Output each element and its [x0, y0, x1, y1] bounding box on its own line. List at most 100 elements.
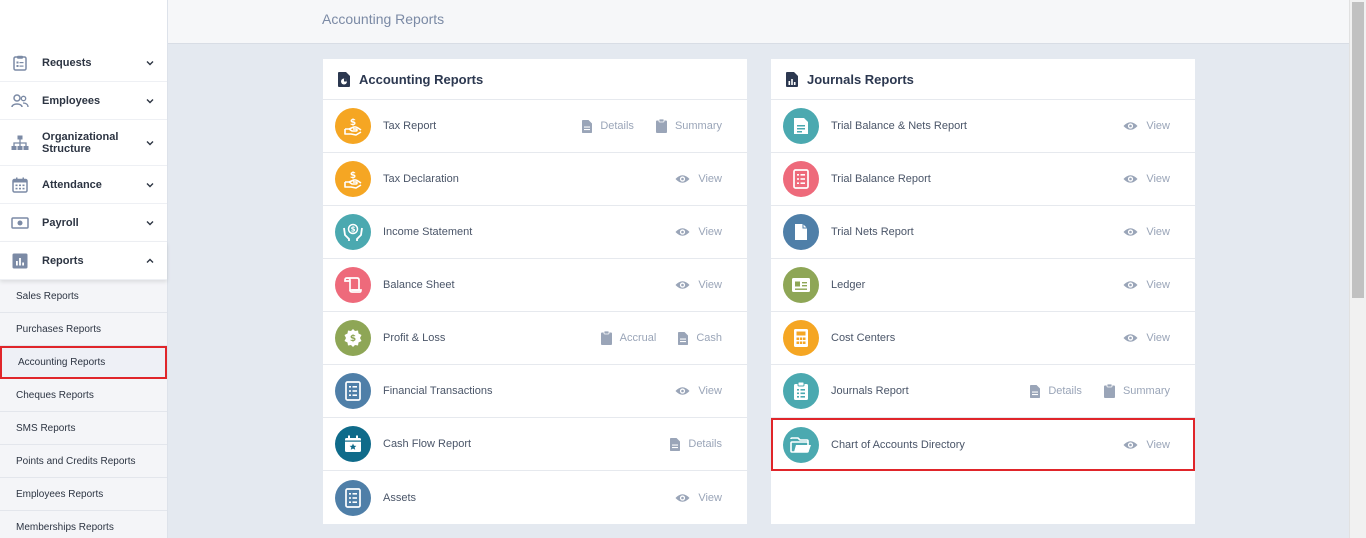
- submenu-item-sales-reports[interactable]: Sales Reports: [0, 280, 167, 313]
- view-link[interactable]: View: [1123, 120, 1170, 132]
- report-row-income-statement[interactable]: $ Income Statement View: [323, 206, 747, 259]
- report-row-tax-declaration[interactable]: $ Tax Declaration View: [323, 153, 747, 206]
- action-label: Summary: [674, 120, 722, 132]
- sidebar-item-requests[interactable]: Requests: [0, 44, 167, 82]
- report-label[interactable]: Trial Balance & Nets Report: [831, 120, 1101, 132]
- sidebar-item-label: Payroll: [42, 216, 79, 229]
- report-label[interactable]: Chart of Accounts Directory: [831, 439, 1101, 451]
- view-link[interactable]: View: [675, 385, 722, 397]
- report-row-trial-balance-and-nets-report[interactable]: Trial Balance & Nets Report View: [771, 100, 1195, 153]
- view-link[interactable]: View: [1123, 439, 1170, 451]
- clipboard-icon: [1103, 384, 1123, 398]
- view-link[interactable]: View: [675, 492, 722, 504]
- money-bill-icon: [11, 214, 29, 232]
- hand-dollar-icon: $: [335, 161, 371, 197]
- report-label[interactable]: Tax Declaration: [383, 173, 653, 185]
- view-link[interactable]: View: [675, 226, 722, 238]
- report-row-balance-sheet[interactable]: Balance Sheet View: [323, 259, 747, 312]
- journals-reports-list: Trial Balance & Nets Report View Trial Bal…: [771, 100, 1195, 471]
- report-row-cost-centers[interactable]: Cost Centers View: [771, 312, 1195, 365]
- summary-link[interactable]: Summary: [1103, 384, 1170, 398]
- details-link[interactable]: Details: [582, 119, 634, 133]
- details-link[interactable]: Details: [1030, 384, 1082, 398]
- card-title: Journals Reports: [807, 71, 914, 87]
- report-row-financial-transactions[interactable]: Financial Transactions View: [323, 365, 747, 418]
- accounting-reports-card: Accounting Reports $ Tax Report Details Sum…: [323, 59, 747, 524]
- action-label: Details: [688, 438, 722, 450]
- report-label[interactable]: Journals Report: [831, 385, 1008, 397]
- svg-text:$: $: [351, 226, 356, 234]
- action-label: View: [698, 173, 722, 185]
- report-row-assets[interactable]: Assets View: [323, 471, 747, 524]
- scrollbar-thumb[interactable]: [1352, 2, 1364, 298]
- submenu-item-cheques-reports[interactable]: Cheques Reports: [0, 379, 167, 412]
- report-row-ledger[interactable]: Ledger View: [771, 259, 1195, 312]
- scrollbar[interactable]: [1349, 0, 1366, 538]
- details-link[interactable]: Details: [670, 437, 722, 451]
- report-label[interactable]: Income Statement: [383, 226, 653, 238]
- report-row-cash-flow-report[interactable]: Cash Flow Report Details: [323, 418, 747, 471]
- report-row-profit-and-loss[interactable]: $ Profit & Loss Accrual Cash: [323, 312, 747, 365]
- report-row-journals-report[interactable]: Journals Report Details Summary: [771, 365, 1195, 418]
- sidebar-item-payroll[interactable]: Payroll: [0, 204, 167, 242]
- report-row-trial-balance-report[interactable]: Trial Balance Report View: [771, 153, 1195, 206]
- eye-icon: [1123, 174, 1146, 184]
- eye-icon: [1123, 280, 1146, 290]
- chevron-down-icon: [145, 96, 155, 106]
- list-doc-icon: [783, 161, 819, 197]
- sidebar-logo-area: [0, 0, 167, 44]
- report-label[interactable]: Profit & Loss: [383, 332, 579, 344]
- submenu-item-points-credits-reports[interactable]: Points and Credits Reports: [0, 445, 167, 478]
- page-title: Accounting Reports: [322, 11, 445, 27]
- clipboard-icon: [11, 54, 29, 72]
- view-link[interactable]: View: [1123, 279, 1170, 291]
- sidebar-item-label: Reports: [42, 254, 84, 267]
- submenu-item-accounting-reports[interactable]: Accounting Reports: [0, 346, 167, 379]
- file-icon: [582, 119, 600, 133]
- sidebar-item-organizational-structure[interactable]: Organizational Structure: [0, 120, 167, 166]
- sidebar-item-reports[interactable]: Reports: [0, 242, 167, 280]
- clipboard-icon: [655, 119, 675, 133]
- report-row-trial-nets-report[interactable]: Trial Nets Report View: [771, 206, 1195, 259]
- sidebar-item-employees[interactable]: Employees: [0, 82, 167, 120]
- eye-icon: [1123, 333, 1146, 343]
- reports-submenu: Sales Reports Purchases Reports Accounti…: [0, 280, 167, 538]
- report-file-icon: [338, 71, 352, 87]
- clipboard-icon: [600, 331, 620, 345]
- action-label: View: [698, 226, 722, 238]
- view-link[interactable]: View: [1123, 332, 1170, 344]
- action-label: View: [1146, 226, 1170, 238]
- report-label[interactable]: Financial Transactions: [383, 385, 653, 397]
- view-link[interactable]: View: [675, 173, 722, 185]
- report-row-chart-of-accounts-directory[interactable]: Chart of Accounts Directory View: [771, 418, 1195, 471]
- report-label[interactable]: Trial Balance Report: [831, 173, 1101, 185]
- list-doc-icon: [335, 479, 371, 516]
- view-link[interactable]: View: [675, 279, 722, 291]
- view-link[interactable]: View: [1123, 173, 1170, 185]
- summary-link[interactable]: Summary: [655, 119, 722, 133]
- sidebar-item-label: Requests: [42, 56, 92, 69]
- report-label[interactable]: Balance Sheet: [383, 279, 653, 291]
- submenu-item-employees-reports[interactable]: Employees Reports: [0, 478, 167, 511]
- accrual-link[interactable]: Accrual: [600, 331, 656, 345]
- sidebar-item-attendance[interactable]: Attendance: [0, 166, 167, 204]
- list-doc-icon: [335, 373, 371, 409]
- report-label[interactable]: Cash Flow Report: [383, 438, 648, 450]
- eye-icon: [675, 227, 698, 237]
- submenu-item-memberships-reports[interactable]: Memberships Reports: [0, 511, 167, 538]
- cash-link[interactable]: Cash: [678, 331, 722, 345]
- hand-dollar-icon: $: [335, 108, 371, 144]
- submenu-item-purchases-reports[interactable]: Purchases Reports: [0, 313, 167, 346]
- report-row-tax-report[interactable]: $ Tax Report Details Summary: [323, 100, 747, 153]
- report-label[interactable]: Assets: [383, 492, 653, 504]
- report-label[interactable]: Ledger: [831, 279, 1101, 291]
- view-link[interactable]: View: [1123, 226, 1170, 238]
- report-label[interactable]: Tax Report: [383, 120, 560, 132]
- submenu-item-sms-reports[interactable]: SMS Reports: [0, 412, 167, 445]
- action-label: View: [1146, 279, 1170, 291]
- report-label[interactable]: Trial Nets Report: [831, 226, 1101, 238]
- chart-bar-icon: [11, 252, 29, 270]
- report-label[interactable]: Cost Centers: [831, 332, 1101, 344]
- svg-text:$: $: [350, 334, 356, 344]
- eye-icon: [1123, 227, 1146, 237]
